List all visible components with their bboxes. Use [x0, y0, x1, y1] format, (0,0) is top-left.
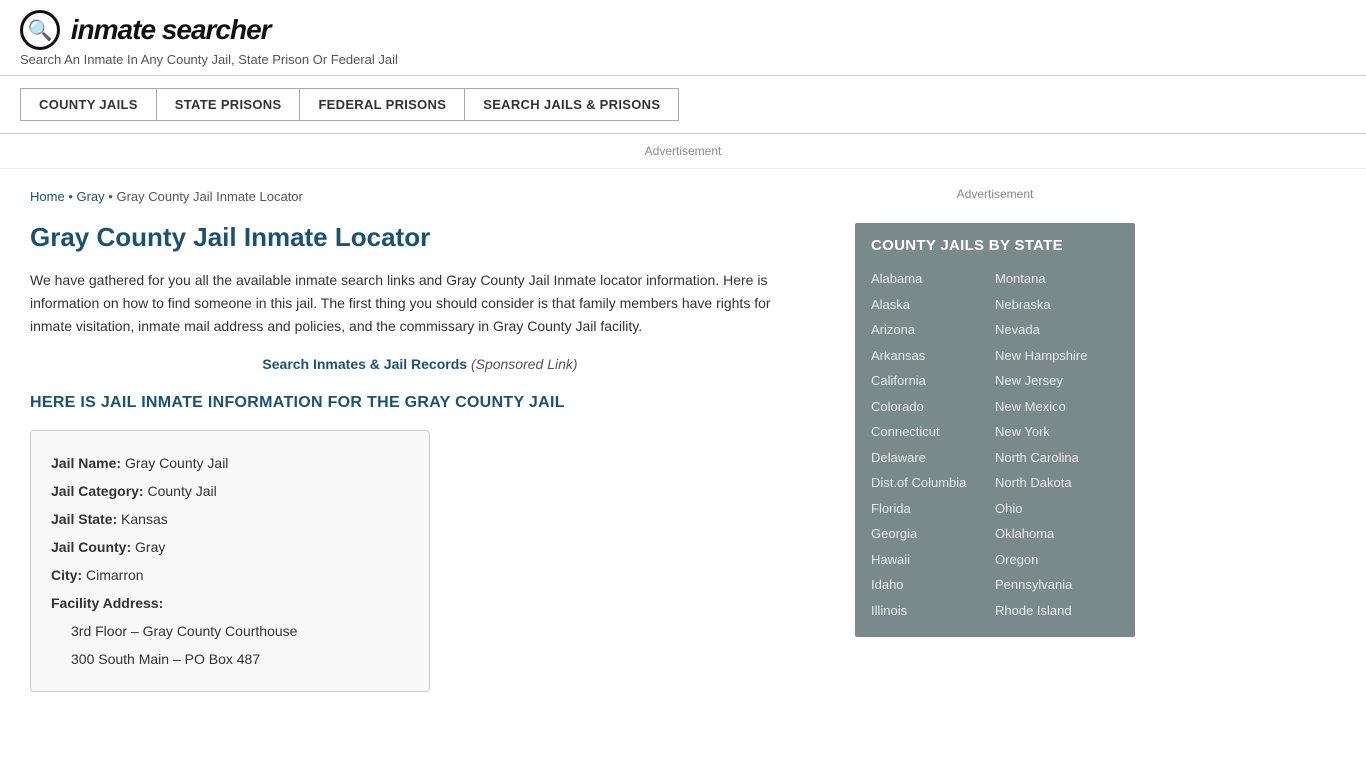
state-link[interactable]: New Hampshire	[995, 343, 1119, 369]
jail-name-value: Gray County Jail	[125, 455, 228, 471]
state-link[interactable]: Montana	[995, 266, 1119, 292]
jail-category-row: Jail Category: County Jail	[51, 477, 409, 505]
breadcrumb-home[interactable]: Home	[30, 189, 65, 204]
nav-search-jails[interactable]: SEARCH JAILS & PRISONS	[465, 88, 679, 121]
state-link[interactable]: Alabama	[871, 266, 995, 292]
tagline: Search An Inmate In Any County Jail, Sta…	[20, 52, 1346, 67]
jail-category-value: County Jail	[147, 483, 216, 499]
facility-address-row: Facility Address:	[51, 589, 409, 617]
state-link[interactable]: Pennsylvania	[995, 572, 1119, 598]
page-title: Gray County Jail Inmate Locator	[30, 222, 810, 253]
sidebar-ad: Advertisement	[855, 179, 1135, 209]
facility-address-label: Facility Address:	[51, 595, 163, 611]
state-link[interactable]: Connecticut	[871, 419, 995, 445]
address-line2: 300 South Main – PO Box 487	[51, 645, 409, 673]
state-link[interactable]: Dist.of Columbia	[871, 470, 995, 496]
section-heading: HERE IS JAIL INMATE INFORMATION FOR THE …	[30, 394, 810, 412]
jail-county-label: Jail County:	[51, 539, 131, 555]
state-link[interactable]: Florida	[871, 496, 995, 522]
jail-name-row: Jail Name: Gray County Jail	[51, 449, 409, 477]
logo-area: 🔍 inmate searcher	[20, 10, 1346, 50]
nav-federal-prisons[interactable]: FEDERAL PRISONS	[300, 88, 465, 121]
state-link[interactable]: Arizona	[871, 317, 995, 343]
jail-state-label: Jail State:	[51, 511, 117, 527]
state-link[interactable]: Colorado	[871, 394, 995, 420]
state-link[interactable]: Alaska	[871, 292, 995, 318]
state-link[interactable]: North Dakota	[995, 470, 1119, 496]
jail-county-value: Gray	[135, 539, 165, 555]
jail-name-label: Jail Name:	[51, 455, 121, 471]
address-line1: 3rd Floor – Gray County Courthouse	[51, 617, 409, 645]
breadcrumb-current: Gray County Jail Inmate Locator	[116, 189, 302, 204]
city-value: Cimarron	[86, 567, 144, 583]
city-row: City: Cimarron	[51, 561, 409, 589]
jail-state-value: Kansas	[121, 511, 168, 527]
state-link[interactable]: Georgia	[871, 521, 995, 547]
description: We have gathered for you all the availab…	[30, 269, 810, 338]
state-link[interactable]: California	[871, 368, 995, 394]
state-link[interactable]: New Jersey	[995, 368, 1119, 394]
state-link[interactable]: Hawaii	[871, 547, 995, 573]
state-list-title: COUNTY JAILS BY STATE	[871, 237, 1119, 254]
breadcrumb-gray[interactable]: Gray	[76, 189, 104, 204]
state-link[interactable]: Nebraska	[995, 292, 1119, 318]
state-link[interactable]: Oregon	[995, 547, 1119, 573]
state-link[interactable]: North Carolina	[995, 445, 1119, 471]
sponsored-link[interactable]: Search Inmates & Jail Records	[262, 356, 467, 372]
jail-category-label: Jail Category:	[51, 483, 144, 499]
jail-county-row: Jail County: Gray	[51, 533, 409, 561]
states-left-col: AlabamaAlaskaArizonaArkansasCaliforniaCo…	[871, 266, 995, 623]
nav-state-prisons[interactable]: STATE PRISONS	[157, 88, 301, 121]
sponsored-link-area: Search Inmates & Jail Records (Sponsored…	[30, 356, 810, 372]
state-link[interactable]: New York	[995, 419, 1119, 445]
state-link[interactable]: Rhode Island	[995, 598, 1119, 624]
nav-county-jails[interactable]: COUNTY JAILS	[20, 88, 157, 121]
jail-state-row: Jail State: Kansas	[51, 505, 409, 533]
state-list-box: COUNTY JAILS BY STATE AlabamaAlaskaArizo…	[855, 223, 1135, 637]
main-content: Home • Gray • Gray County Jail Inmate Lo…	[0, 169, 840, 712]
state-columns: AlabamaAlaskaArizonaArkansasCaliforniaCo…	[871, 266, 1119, 623]
breadcrumb: Home • Gray • Gray County Jail Inmate Lo…	[30, 189, 810, 204]
state-link[interactable]: Idaho	[871, 572, 995, 598]
state-link[interactable]: Arkansas	[871, 343, 995, 369]
content-wrapper: Home • Gray • Gray County Jail Inmate Lo…	[0, 169, 1366, 712]
states-right-col: MontanaNebraskaNevadaNew HampshireNew Je…	[995, 266, 1119, 623]
sidebar: Advertisement COUNTY JAILS BY STATE Alab…	[840, 169, 1150, 712]
info-box: Jail Name: Gray County Jail Jail Categor…	[30, 430, 430, 692]
state-link[interactable]: Nevada	[995, 317, 1119, 343]
header: 🔍 inmate searcher Search An Inmate In An…	[0, 0, 1366, 76]
ad-banner: Advertisement	[0, 134, 1366, 169]
state-link[interactable]: Ohio	[995, 496, 1119, 522]
state-link[interactable]: Oklahoma	[995, 521, 1119, 547]
city-label: City:	[51, 567, 82, 583]
state-link[interactable]: Delaware	[871, 445, 995, 471]
state-link[interactable]: Illinois	[871, 598, 995, 624]
nav-bar: COUNTY JAILS STATE PRISONS FEDERAL PRISO…	[0, 76, 1366, 134]
sponsored-note-text: (Sponsored Link)	[471, 356, 578, 372]
state-link[interactable]: New Mexico	[995, 394, 1119, 420]
